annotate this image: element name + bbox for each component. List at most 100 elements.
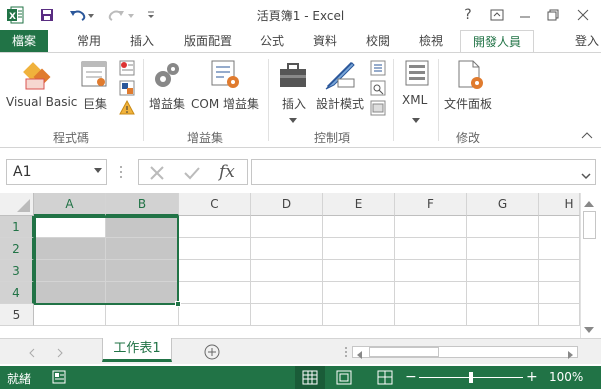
cell-h1[interactable] (539, 216, 580, 238)
page-break-icon[interactable] (377, 370, 393, 385)
split-handle-icon[interactable] (343, 345, 349, 359)
cell-f5[interactable] (395, 304, 467, 326)
cell-a4[interactable] (34, 282, 106, 304)
prev-sheet-icon[interactable] (28, 347, 36, 358)
tab-review[interactable]: 校閱 (356, 30, 400, 52)
resize-grip-icon[interactable] (118, 163, 124, 181)
relative-reference-icon[interactable] (118, 79, 136, 97)
record-macro-icon[interactable] (118, 59, 136, 77)
document-panel-button[interactable]: 文件面板 (444, 95, 492, 112)
next-sheet-icon[interactable] (56, 347, 64, 358)
zoom-slider-thumb[interactable] (469, 372, 473, 383)
zoom-in-icon[interactable]: + (526, 369, 538, 385)
restore-icon[interactable] (542, 5, 564, 25)
tab-insert[interactable]: 插入 (119, 30, 165, 52)
scroll-thumb[interactable] (583, 211, 596, 239)
tab-data[interactable]: 資料 (303, 30, 347, 52)
cell-f3[interactable] (395, 260, 467, 282)
cell-b4[interactable] (106, 282, 179, 304)
cell-area[interactable] (0, 191, 601, 334)
xml-source-icon[interactable] (404, 60, 430, 86)
cell-h3[interactable] (539, 260, 580, 282)
tab-view[interactable]: 檢視 (409, 30, 453, 52)
macro-security-icon[interactable] (118, 99, 136, 117)
run-dialog-icon[interactable] (370, 100, 386, 116)
com-addins-button[interactable]: COM 增益集 (191, 95, 259, 112)
tab-developer[interactable]: 開發人員 (460, 30, 534, 52)
signin-link[interactable]: 登入 (572, 30, 601, 52)
cell-d4[interactable] (251, 282, 323, 304)
sheet-tab-1[interactable]: 工作表1 (102, 338, 172, 362)
cell-b1[interactable] (106, 216, 179, 238)
scroll-left-icon[interactable] (356, 348, 364, 359)
fill-handle[interactable] (175, 301, 181, 307)
xml-button[interactable]: XML (402, 93, 427, 107)
macros-icon[interactable] (80, 59, 110, 91)
macros-button[interactable]: 巨集 (83, 95, 107, 112)
cancel-icon[interactable] (149, 165, 165, 181)
cell-e1[interactable] (323, 216, 395, 238)
addins-icon[interactable] (151, 59, 183, 91)
insert-function-button[interactable]: fx (219, 162, 235, 182)
cell-f4[interactable] (395, 282, 467, 304)
cell-a1[interactable] (34, 216, 106, 238)
cell-c3[interactable] (179, 260, 251, 282)
tab-page-layout[interactable]: 版面配置 (178, 30, 238, 52)
chevron-down-icon[interactable] (289, 113, 297, 123)
cell-c2[interactable] (179, 238, 251, 260)
cell-g4[interactable] (467, 282, 539, 304)
addins-button[interactable]: 增益集 (149, 95, 185, 112)
worksheet-grid[interactable]: A B C D E F G H 1 2 3 4 5 (0, 191, 601, 334)
cell-b3[interactable] (106, 260, 179, 282)
cell-g5[interactable] (467, 304, 539, 326)
toolbox-icon[interactable] (277, 61, 309, 91)
cell-b2[interactable] (106, 238, 179, 260)
cell-a3[interactable] (34, 260, 106, 282)
zoom-out-icon[interactable]: − (405, 369, 417, 385)
ribbon-display-icon[interactable] (486, 5, 508, 25)
vertical-scrollbar[interactable] (580, 193, 598, 338)
zoom-level[interactable]: 100% (549, 370, 583, 384)
tab-formulas[interactable]: 公式 (250, 30, 294, 52)
cell-g3[interactable] (467, 260, 539, 282)
cell-g1[interactable] (467, 216, 539, 238)
cell-e4[interactable] (323, 282, 395, 304)
cell-c5[interactable] (179, 304, 251, 326)
cell-g2[interactable] (467, 238, 539, 260)
cell-a2[interactable] (34, 238, 106, 260)
properties-icon[interactable] (370, 60, 386, 76)
cell-h2[interactable] (539, 238, 580, 260)
cell-h5[interactable] (539, 304, 580, 326)
cell-c4[interactable] (179, 282, 251, 304)
formula-input[interactable] (251, 159, 596, 185)
scroll-down-icon[interactable] (584, 323, 594, 333)
expand-formula-icon[interactable] (581, 169, 591, 180)
com-addins-icon[interactable] (210, 59, 242, 91)
enter-icon[interactable] (183, 165, 201, 181)
hscroll-thumb[interactable] (369, 347, 439, 357)
tab-home[interactable]: 常用 (66, 30, 112, 52)
minimize-icon[interactable] (514, 5, 536, 25)
horizontal-scrollbar[interactable] (352, 346, 578, 359)
page-layout-icon[interactable] (336, 370, 352, 385)
design-mode-button[interactable]: 設計模式 (316, 95, 364, 112)
view-code-icon[interactable] (370, 80, 386, 96)
cell-c1[interactable] (179, 216, 251, 238)
scroll-up-icon[interactable] (584, 197, 594, 207)
tab-file[interactable]: 檔案 (0, 30, 48, 52)
cell-e5[interactable] (323, 304, 395, 326)
visual-basic-icon[interactable] (22, 59, 54, 91)
macro-record-icon[interactable] (52, 370, 66, 384)
cell-e2[interactable] (323, 238, 395, 260)
design-mode-icon[interactable] (324, 59, 356, 91)
document-panel-icon[interactable] (455, 59, 487, 91)
cell-a5[interactable] (34, 304, 106, 326)
cell-f1[interactable] (395, 216, 467, 238)
scroll-right-icon[interactable] (566, 348, 574, 359)
cell-b5[interactable] (106, 304, 179, 326)
cell-d1[interactable] (251, 216, 323, 238)
insert-control-button[interactable]: 插入 (282, 95, 306, 112)
cell-f2[interactable] (395, 238, 467, 260)
collapse-ribbon-icon[interactable] (581, 129, 593, 139)
chevron-down-icon[interactable] (94, 168, 102, 173)
